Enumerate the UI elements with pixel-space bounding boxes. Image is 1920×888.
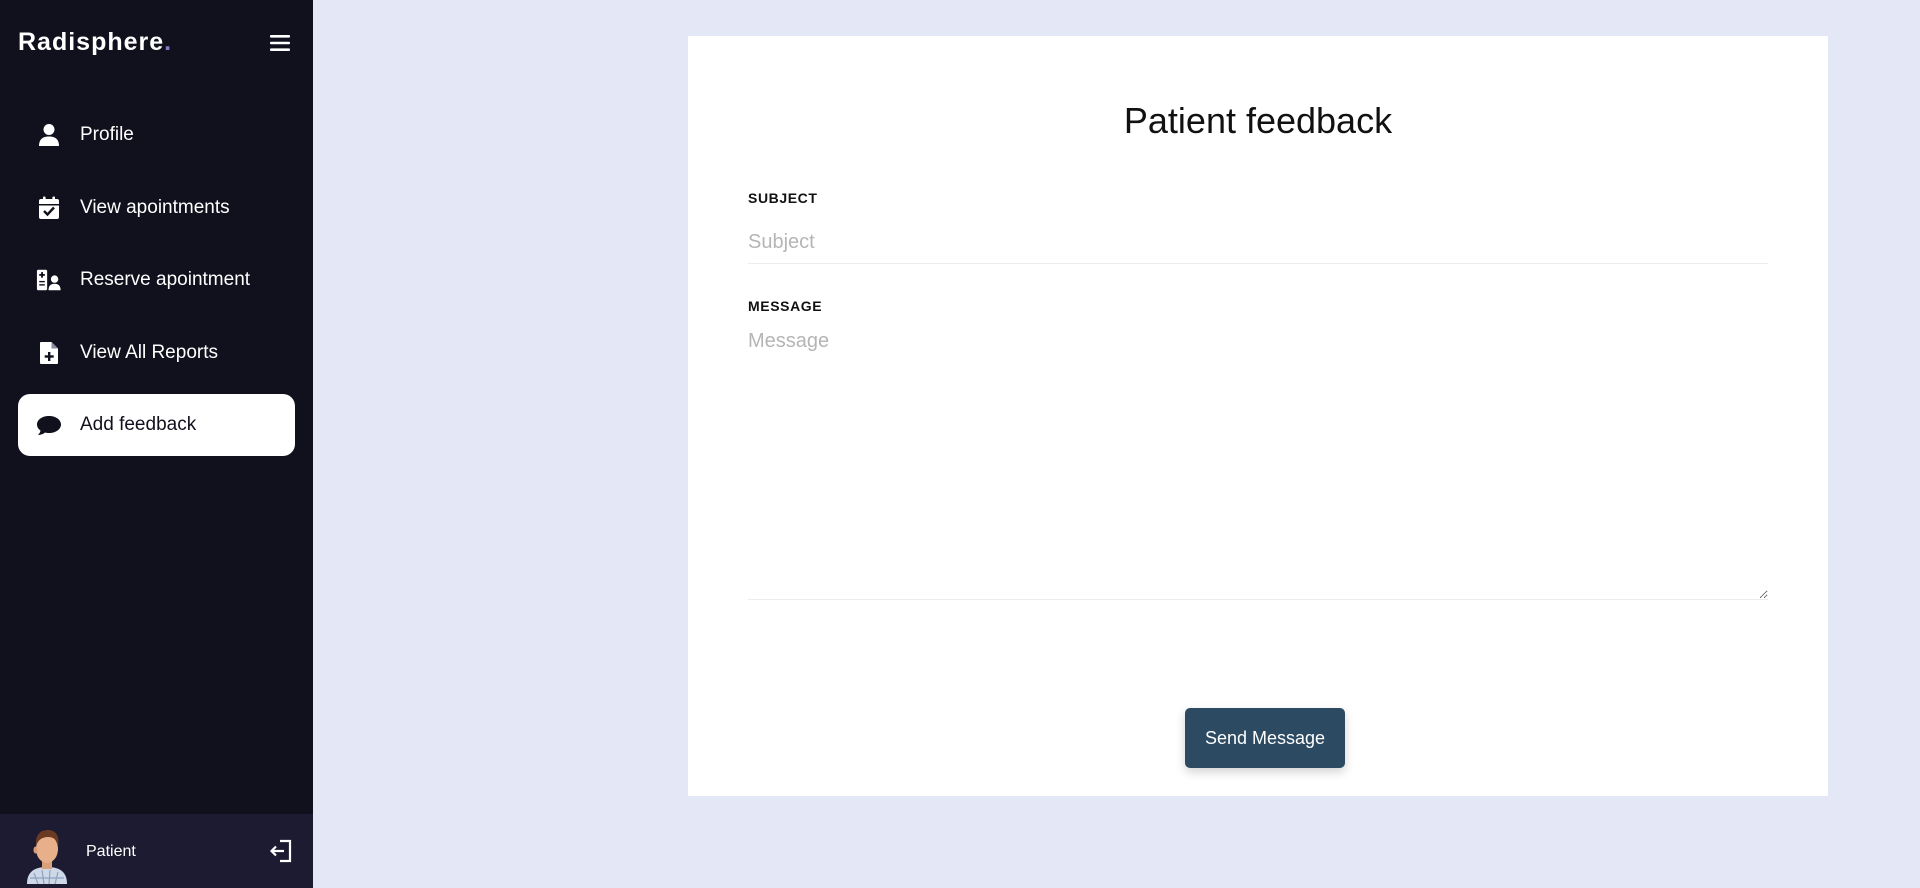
profile-name: Patient [86, 843, 136, 860]
hamburger-menu-icon[interactable] [268, 32, 292, 54]
sidebar-item-label: View apointments [80, 196, 230, 218]
subject-input[interactable] [748, 222, 1768, 264]
sidebar-item-reserve-appointment[interactable]: Reserve apointment [18, 249, 295, 311]
calendar-check-icon [36, 195, 62, 221]
sidebar: Radisphere. Profile View apointments Res… [0, 0, 313, 888]
sidebar-item-label: Add feedback [80, 414, 197, 435]
avatar [24, 826, 70, 885]
message-textarea[interactable] [748, 326, 1768, 600]
comment-icon [36, 412, 62, 438]
doctor-reserve-icon [36, 267, 62, 293]
send-message-button[interactable]: Send Message [1185, 708, 1345, 768]
brand-dot: . [164, 28, 173, 56]
page-title: Patient feedback [1123, 100, 1393, 141]
sidebar-item-label: Profile [80, 124, 134, 145]
file-medical-icon [36, 340, 62, 366]
sidebar-item-label: Reserve apointment [80, 269, 251, 290]
user-icon [36, 122, 62, 148]
sidebar-item-label: View All Reports [80, 341, 218, 363]
sidebar-item-profile[interactable]: Profile [18, 104, 295, 166]
sidebar-item-view-reports[interactable]: View All Reports [18, 322, 295, 384]
message-label: MESSAGE [748, 298, 823, 314]
sidebar-item-add-feedback[interactable]: Add feedback [18, 394, 295, 456]
feedback-card: Patient feedback SUBJECT MESSAGE Send Me… [688, 36, 1828, 796]
brand-name: Radisphere [18, 28, 165, 56]
logout-icon[interactable] [268, 838, 294, 864]
sidebar-nav: Profile View apointments Reserve apointm… [18, 104, 295, 467]
brand-logo: Radisphere. [18, 28, 172, 57]
profile-bar: Patient [0, 814, 313, 888]
subject-label: SUBJECT [748, 190, 818, 206]
sidebar-item-view-appointments[interactable]: View apointments [18, 177, 295, 239]
